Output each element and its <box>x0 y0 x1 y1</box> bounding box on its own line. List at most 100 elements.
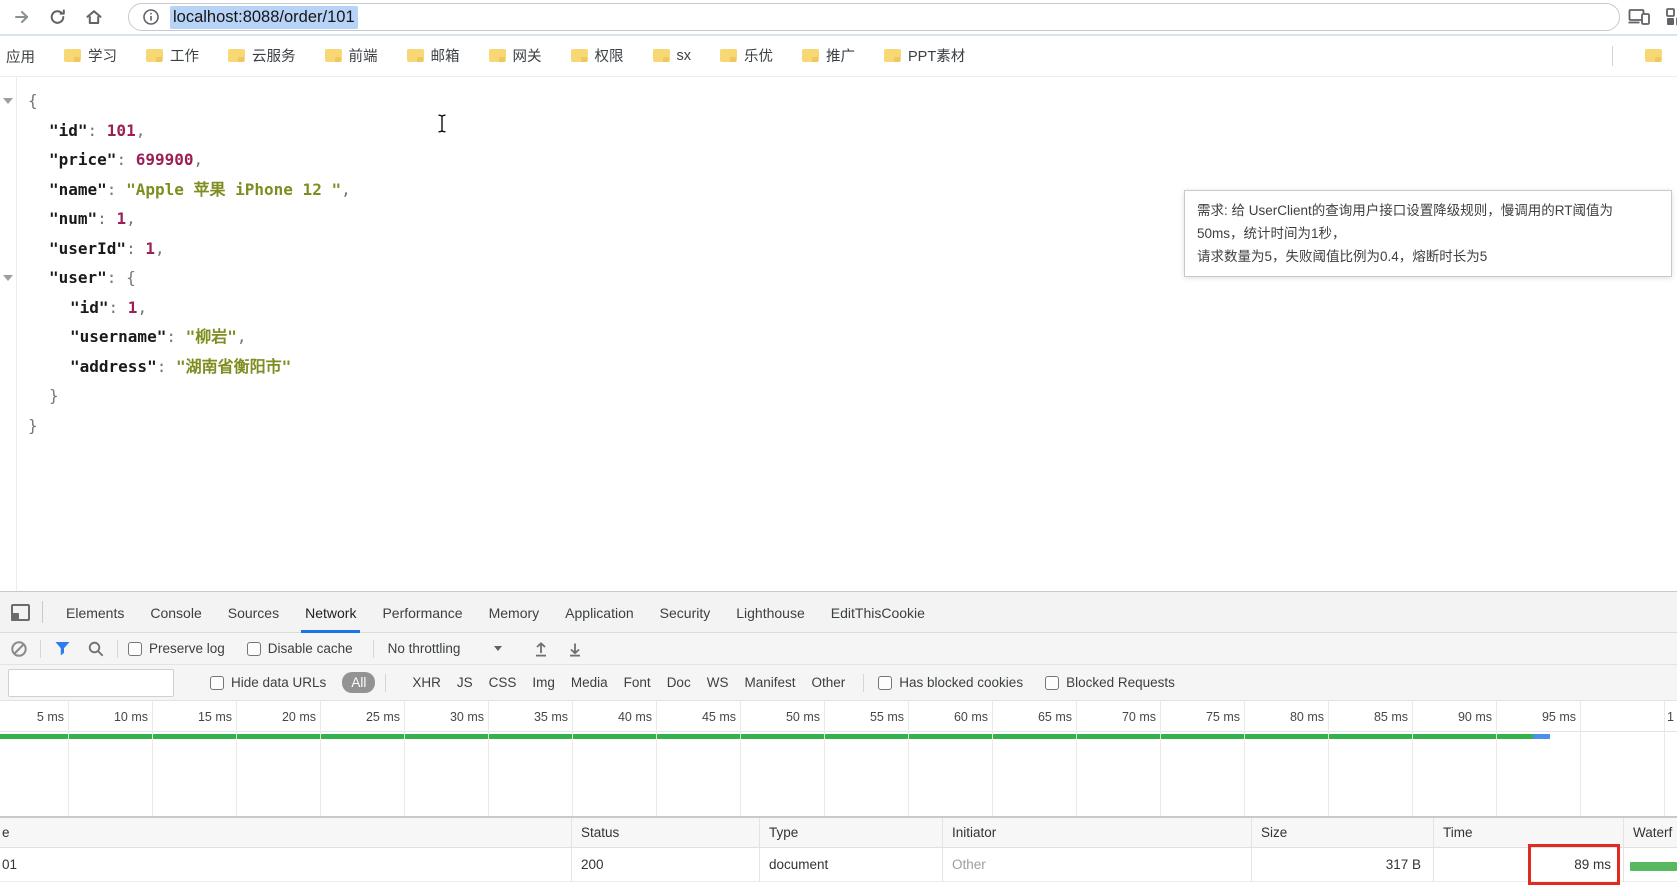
bookmark-label: PPT素材 <box>908 45 965 66</box>
filter-pill-font[interactable]: Font <box>624 675 651 690</box>
browser-window: localhost:8088/order/101 应用 学习 工作 云服务 前端 邮箱 网… <box>0 0 1677 894</box>
bookmark-folder[interactable]: 邮箱 <box>407 45 460 66</box>
filter-separator <box>385 674 386 692</box>
dock-side-icon[interactable] <box>11 604 30 621</box>
forward-icon[interactable] <box>8 3 36 31</box>
tab-security[interactable]: Security <box>647 592 724 633</box>
timeline-gridline <box>404 701 405 816</box>
bookmark-folder[interactable]: 乐优 <box>720 45 773 66</box>
bookmark-folder[interactable]: 推广 <box>802 45 855 66</box>
network-overview-timeline: 5 ms10 ms15 ms20 ms25 ms30 ms35 ms40 ms4… <box>0 701 1677 816</box>
tab-network[interactable]: Network <box>292 592 369 633</box>
timeline-gridline <box>152 701 153 816</box>
json-token-pc: , <box>194 150 204 169</box>
timeline-tick-label: 55 ms <box>848 710 904 724</box>
filter-funnel-icon[interactable] <box>51 638 73 660</box>
timeline-gridline <box>992 701 993 816</box>
json-token-num: 101 <box>107 121 136 140</box>
bookmarks-bar: 应用 学习 工作 云服务 前端 邮箱 网关 权限 sx 乐优 推广 PPT素材 <box>0 36 1677 77</box>
json-line: "id": 1, <box>28 293 351 323</box>
filter-pill-all[interactable]: All <box>342 672 375 693</box>
timeline-gridline <box>1076 701 1077 816</box>
tab-editthiscookie[interactable]: EditThisCookie <box>818 592 938 633</box>
apps-shortcut[interactable]: 应用 <box>6 46 35 67</box>
folder-icon[interactable] <box>1645 49 1662 62</box>
column-header-size[interactable]: Size <box>1251 818 1433 847</box>
bookmark-folder[interactable]: 工作 <box>146 45 199 66</box>
tab-performance[interactable]: Performance <box>369 592 475 633</box>
page-info-icon[interactable] <box>142 8 160 26</box>
tab-console[interactable]: Console <box>137 592 214 633</box>
filter-pill-img[interactable]: Img <box>532 675 555 690</box>
requirement-note: 需求: 给 UserClient的查询用户接口设置降级规则，慢调用的RT阈值为5… <box>1184 190 1672 277</box>
bookmark-folder[interactable]: 学习 <box>64 45 117 66</box>
bookmark-folder[interactable]: sx <box>653 48 692 64</box>
column-header-type[interactable]: Type <box>759 818 942 847</box>
json-token-pc: : <box>107 180 126 199</box>
collapse-triangle-icon[interactable] <box>3 275 13 281</box>
blocked-requests-checkbox[interactable] <box>1045 676 1059 690</box>
filter-pill-media[interactable]: Media <box>571 675 608 690</box>
bookmark-folder[interactable]: 网关 <box>489 45 542 66</box>
timeline-gridline <box>824 701 825 816</box>
column-header-name[interactable]: e <box>0 818 571 847</box>
bookmark-folder[interactable]: 权限 <box>571 45 624 66</box>
preserve-log-checkbox[interactable] <box>128 642 142 656</box>
json-token-pc: : <box>88 121 107 140</box>
column-divider <box>1623 818 1624 882</box>
tab-elements[interactable]: Elements <box>53 592 137 633</box>
disable-cache-checkbox[interactable] <box>247 642 261 656</box>
timeline-tick-label: 60 ms <box>932 710 988 724</box>
search-icon[interactable] <box>85 638 107 660</box>
column-header-time[interactable]: Time <box>1433 818 1623 847</box>
home-icon[interactable] <box>80 3 108 31</box>
json-token-pc: } <box>28 416 38 435</box>
folder-icon <box>228 49 245 62</box>
ruler-border <box>0 731 1677 732</box>
disable-cache-label: Disable cache <box>268 641 353 656</box>
column-header-initiator[interactable]: Initiator <box>942 818 1251 847</box>
folder-icon <box>884 49 901 62</box>
tab-memory[interactable]: Memory <box>476 592 553 633</box>
timeline-tick-label: 95 ms <box>1520 710 1576 724</box>
json-token-key: "name" <box>49 180 107 199</box>
timeline-gridline <box>236 701 237 816</box>
tab-lighthouse[interactable]: Lighthouse <box>723 592 818 633</box>
devtools-tab-bar: ElementsConsoleSourcesNetworkPerformance… <box>0 592 1677 633</box>
filter-pill-ws[interactable]: WS <box>707 675 729 690</box>
hide-data-urls-checkbox[interactable] <box>210 676 224 690</box>
filter-pill-css[interactable]: CSS <box>489 675 517 690</box>
has-blocked-cookies-checkbox[interactable] <box>878 676 892 690</box>
request-row[interactable]: 01 200 document Other 317 B 89 ms <box>0 848 1677 882</box>
network-filter-input[interactable] <box>8 669 174 697</box>
json-token-key: "price" <box>49 150 116 169</box>
column-header-status[interactable]: Status <box>571 818 759 847</box>
filter-pill-manifest[interactable]: Manifest <box>744 675 795 690</box>
bookmark-folder[interactable]: 云服务 <box>228 45 296 66</box>
bookmark-folder[interactable]: PPT素材 <box>884 45 965 66</box>
import-har-icon[interactable] <box>530 638 552 660</box>
json-token-pc: : <box>157 357 176 376</box>
bookmark-folder[interactable]: 前端 <box>325 45 378 66</box>
collapse-triangle-icon[interactable] <box>3 98 13 104</box>
tab-application[interactable]: Application <box>552 592 647 633</box>
tab-sources[interactable]: Sources <box>215 592 292 633</box>
filter-pill-js[interactable]: JS <box>457 675 473 690</box>
column-header-waterfall[interactable]: Waterf <box>1623 818 1677 847</box>
timeline-tick-label: 5 ms <box>8 710 64 724</box>
address-bar[interactable]: localhost:8088/order/101 <box>128 3 1620 31</box>
json-token-str: "Apple 苹果 iPhone 12 " <box>126 180 341 199</box>
json-token-key: "username" <box>70 327 166 346</box>
cast-devices-icon[interactable] <box>1628 7 1652 32</box>
filter-pill-xhr[interactable]: XHR <box>412 675 441 690</box>
filter-pill-other[interactable]: Other <box>811 675 845 690</box>
export-har-icon[interactable] <box>564 638 586 660</box>
request-name: 01 <box>0 848 571 881</box>
extension-icon[interactable] <box>1666 7 1677 32</box>
filter-pill-doc[interactable]: Doc <box>667 675 691 690</box>
clear-log-icon[interactable] <box>8 638 30 660</box>
reload-icon[interactable] <box>44 3 72 31</box>
throttling-dropdown[interactable]: No throttling <box>388 641 503 656</box>
network-filter-bar: Hide data URLs AllXHRJSCSSImgMediaFontDo… <box>0 665 1677 701</box>
timeline-tick-label: 25 ms <box>344 710 400 724</box>
